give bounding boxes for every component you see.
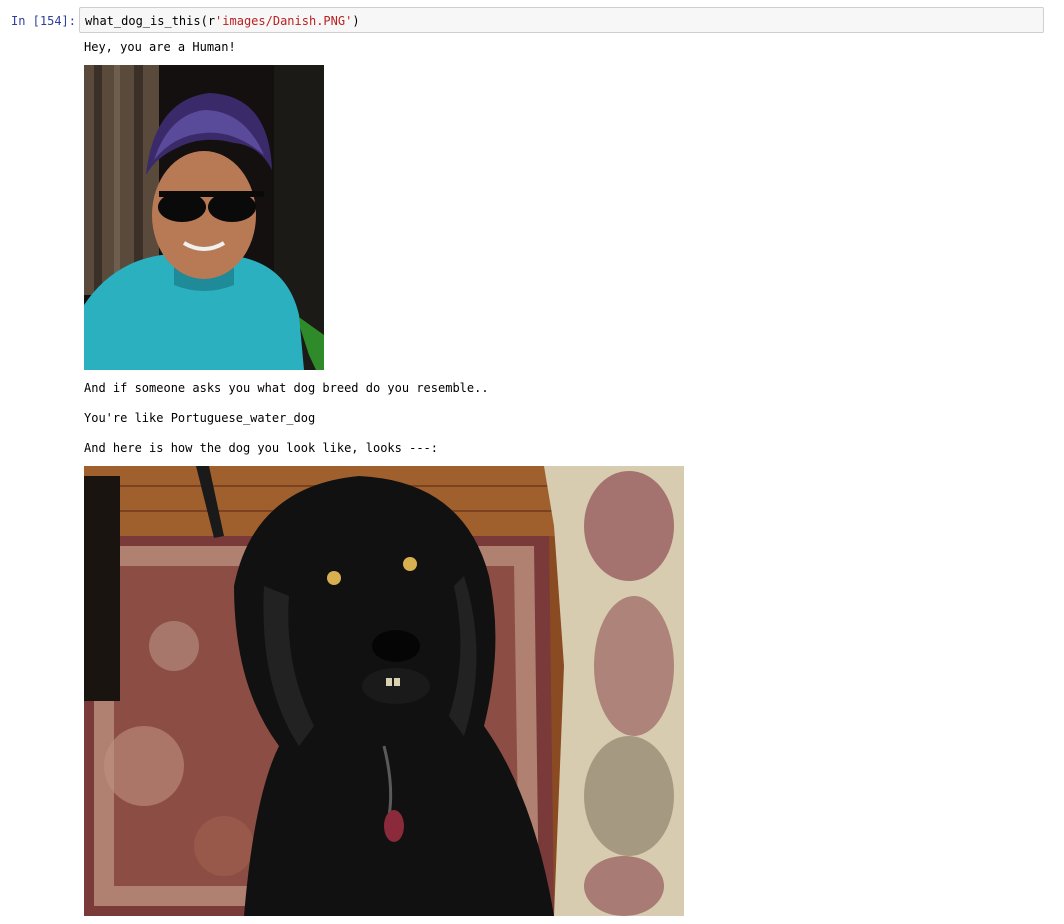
code-input-area[interactable]: what_dog_is_this(r'images/Danish.PNG') bbox=[79, 7, 1044, 33]
notebook-cell: In [154]: what_dog_is_this(r'images/Dani… bbox=[0, 0, 1064, 924]
human-photo bbox=[84, 65, 324, 370]
dog-photo bbox=[84, 466, 684, 916]
output-text-breed: You're like Portuguese_water_dog bbox=[84, 411, 316, 425]
output-text-lookalike: And here is how the dog you look like, l… bbox=[84, 441, 439, 455]
code-string-literal: 'images/Danish.PNG' bbox=[215, 14, 353, 28]
dog-photo-graphic bbox=[84, 466, 684, 916]
input-prompt: In [154]: bbox=[10, 14, 76, 28]
person-photo-graphic bbox=[84, 65, 324, 370]
code-close-paren: ) bbox=[352, 14, 360, 28]
code-function-call: what_dog_is_this(r bbox=[85, 14, 216, 28]
output-text-question: And if someone asks you what dog breed d… bbox=[84, 381, 489, 395]
output-text-human: Hey, you are a Human! bbox=[84, 40, 236, 54]
code-line[interactable]: what_dog_is_this(r'images/Danish.PNG') bbox=[85, 13, 360, 29]
